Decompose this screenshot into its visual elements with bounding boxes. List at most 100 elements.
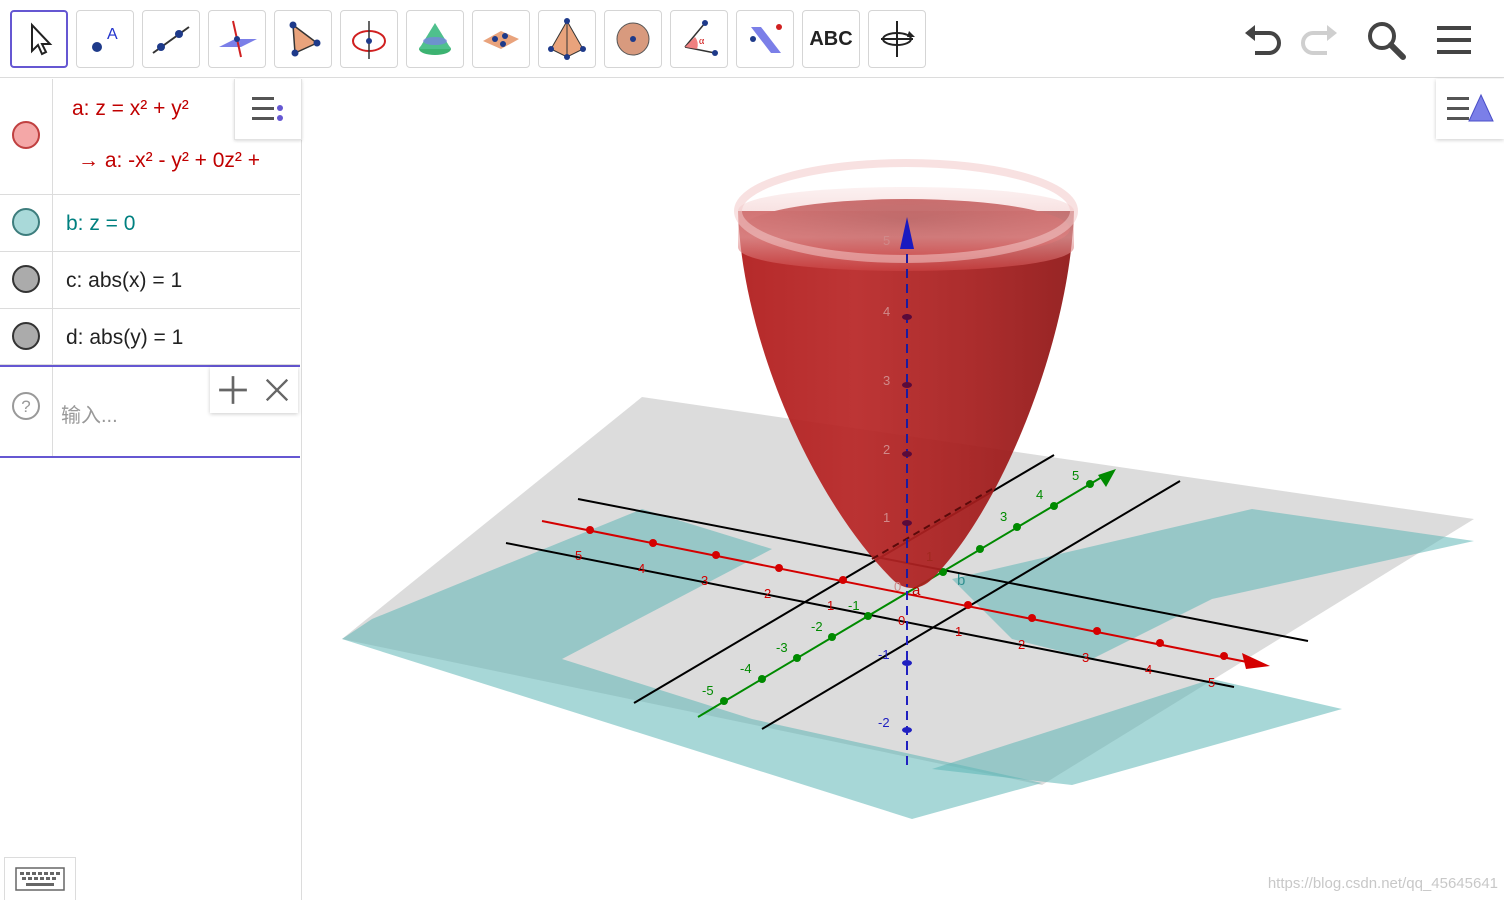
x-tick-label: 1	[827, 598, 834, 613]
algebra-item-d[interactable]: d: abs(y) = 1	[0, 309, 300, 365]
point-tool-button[interactable]: A	[76, 10, 134, 68]
polygon-icon	[289, 21, 321, 57]
y-tick-label: -5	[702, 683, 714, 698]
y-tick-label: 3	[1000, 509, 1007, 524]
pyramid-icon	[548, 18, 586, 60]
search-icon	[1368, 22, 1406, 60]
y-tick-label: -2	[811, 619, 823, 634]
text-tool-button[interactable]: ABC	[802, 10, 860, 68]
graphics-3d-canvas[interactable]: 5 4 3 2 1 1 2 3 4 5 -5 -4 -3 -2 -1 1 3 4…	[312, 79, 1504, 900]
algebra-view: a: z = x² + y² → a: -x² - y² + 0z² + b: …	[0, 79, 302, 900]
x-axis-arrow	[1242, 653, 1270, 669]
z-tick-label: -2	[878, 715, 890, 730]
reflect-plane-icon	[750, 24, 782, 53]
marble-column	[0, 309, 53, 364]
algebra-item-a[interactable]: a: z = x² + y² → a: -x² - y² + 0z² +	[0, 79, 302, 195]
toolbar: A α ABC	[0, 0, 1504, 78]
question-icon[interactable]: ?	[11, 391, 41, 421]
text-tool-label: ABC	[809, 27, 853, 50]
rotate-view-tool-button[interactable]	[868, 10, 926, 68]
hamburger-menu-icon	[1437, 26, 1471, 54]
sphere-tool-button[interactable]	[604, 10, 662, 68]
y-tick-label: -4	[740, 661, 752, 676]
algebra-input-field[interactable]: 输入...	[61, 399, 118, 428]
marble-column	[0, 252, 53, 308]
y-tick-label: -3	[776, 640, 788, 655]
algebra-item-c[interactable]: c: abs(x) = 1	[0, 252, 300, 309]
cone-tool-button[interactable]	[406, 10, 464, 68]
algebra-item-d-label[interactable]: d: abs(y) = 1	[66, 326, 183, 350]
z-tick-label: 3	[883, 373, 890, 388]
graphics-3d-view[interactable]: 5 4 3 2 1 1 2 3 4 5 -5 -4 -3 -2 -1 1 3 4…	[312, 79, 1504, 900]
reflect-plane-tool-button[interactable]	[736, 10, 794, 68]
label-b: b	[957, 572, 965, 589]
algebra-menu-icon	[252, 97, 283, 121]
undo-button[interactable]	[1238, 14, 1290, 66]
algebra-item-b[interactable]: b: z = 0	[0, 195, 300, 252]
x-tick-label: 1	[955, 624, 962, 639]
visibility-marble-d[interactable]	[12, 322, 40, 350]
y-tick-label: -1	[848, 598, 860, 613]
svg-text:?: ?	[21, 397, 30, 416]
visibility-marble-a[interactable]	[12, 121, 40, 149]
close-icon[interactable]	[263, 376, 291, 404]
svg-text:α: α	[699, 36, 705, 47]
undo-icon	[1245, 25, 1281, 55]
x-tick-label: 3	[1082, 650, 1089, 665]
sphere-icon	[616, 22, 650, 56]
algebra-item-a-label[interactable]: a: z = x² + y²	[72, 97, 189, 121]
algebra-menu-button[interactable]	[234, 79, 302, 140]
circle-axis-tool-button[interactable]	[340, 10, 398, 68]
label-a: a	[912, 582, 921, 599]
y-tick-label: 4	[1036, 487, 1043, 502]
visibility-marble-c[interactable]	[12, 265, 40, 293]
line-tool-button[interactable]	[142, 10, 200, 68]
circle-axis-icon	[352, 21, 386, 59]
search-button[interactable]	[1360, 14, 1412, 66]
perpendicular-line-icon	[219, 20, 257, 58]
algebra-item-b-label[interactable]: b: z = 0	[66, 212, 135, 236]
pyramid-tool-button[interactable]	[538, 10, 596, 68]
plane-tool-button[interactable]	[472, 10, 530, 68]
algebra-input-row[interactable]: ? 输入...	[0, 365, 300, 458]
keyboard-toggle-button[interactable]	[4, 857, 76, 900]
main-menu-button[interactable]	[1428, 14, 1480, 66]
angle-tool-button[interactable]: α	[670, 10, 728, 68]
plane-points-icon	[483, 31, 519, 49]
svg-text:A: A	[107, 26, 118, 43]
z-tick-label: 1	[883, 510, 890, 525]
polygon-tool-button[interactable]	[274, 10, 332, 68]
marble-column: ?	[0, 367, 53, 456]
rotate-view-icon	[881, 21, 915, 57]
visibility-marble-b[interactable]	[12, 208, 40, 236]
z-tick-label: 2	[883, 442, 890, 457]
x-tick-label: 4	[1145, 662, 1152, 677]
move-tool-button[interactable]	[10, 10, 68, 68]
origin-label: 0	[898, 613, 905, 628]
z-tick-label: 4	[883, 304, 890, 319]
x-tick-label: 4	[638, 561, 645, 576]
x-tick-label: 2	[1018, 637, 1025, 652]
y-tick-label: 5	[1072, 468, 1079, 483]
x-tick-label: 5	[1208, 675, 1215, 690]
z-tick-label: -1	[878, 647, 890, 662]
watermark: https://blog.csdn.net/qq_45645641	[1267, 875, 1498, 892]
x-tick-label: 5	[575, 548, 582, 563]
marble-column	[0, 79, 53, 194]
line-icon	[152, 26, 190, 54]
redo-button[interactable]	[1292, 14, 1344, 66]
keyboard-icon	[15, 867, 65, 891]
view-style-icon	[1447, 93, 1494, 122]
angle-icon: α	[684, 20, 718, 56]
cursor-arrow-icon	[31, 22, 53, 56]
algebra-item-c-label[interactable]: c: abs(x) = 1	[66, 269, 182, 293]
algebra-item-a-output: → a: -x² - y² + 0z² +	[78, 149, 261, 172]
z-tick-label: 0	[894, 579, 901, 594]
cone-icon	[419, 23, 451, 55]
perpendicular-line-tool-button[interactable]	[208, 10, 266, 68]
z-tick-label: 5	[883, 233, 890, 248]
graphics-style-button[interactable]	[1436, 79, 1504, 139]
x-tick-label: 2	[764, 586, 771, 601]
input-actions	[210, 367, 298, 413]
plus-icon[interactable]	[217, 374, 249, 406]
